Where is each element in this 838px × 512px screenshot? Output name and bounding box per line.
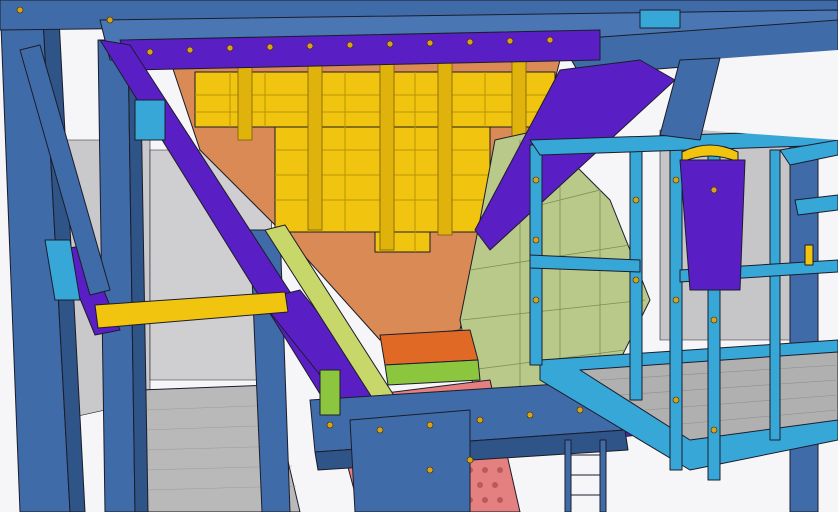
left-cyan-bracket bbox=[134, 99, 166, 141]
center-post bbox=[349, 409, 471, 512]
cad-viewport bbox=[0, 0, 838, 512]
top-cyan-bracket bbox=[639, 9, 681, 29]
steel-structure-render bbox=[0, 0, 838, 512]
chute-green-band bbox=[384, 359, 481, 386]
green-gusset bbox=[319, 369, 341, 416]
chute-lip bbox=[379, 329, 479, 366]
sky-gap bbox=[700, 50, 838, 140]
